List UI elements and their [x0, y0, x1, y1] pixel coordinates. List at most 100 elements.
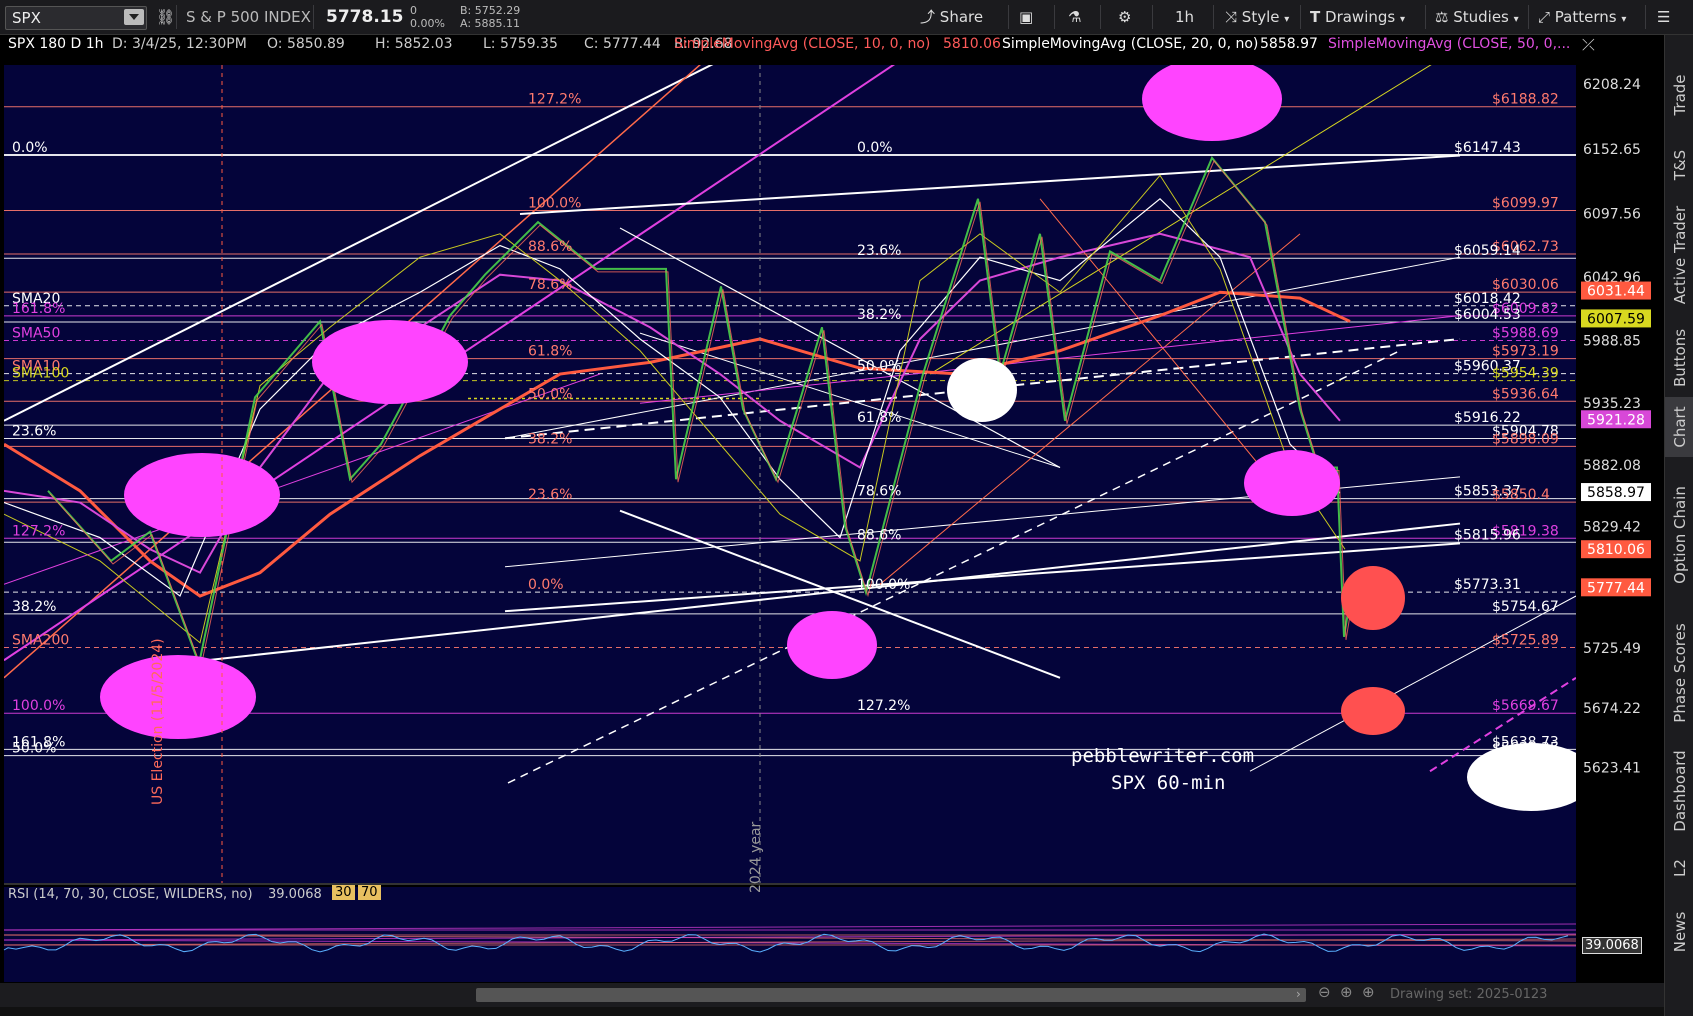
sma50-label: SimpleMovingAvg (CLOSE, 50, 0,...	[1328, 36, 1571, 52]
zoom-reset-icon[interactable]: ⊕	[1362, 983, 1375, 1001]
left-level-label: 23.6%	[12, 424, 56, 440]
divider	[1213, 5, 1214, 29]
divider	[1100, 5, 1101, 29]
snapshot-icon[interactable]: ▣	[1019, 0, 1033, 34]
y-tick-label: 5988.85	[1583, 333, 1641, 349]
fib-b-label: 127.2%	[857, 698, 910, 714]
right-level-label: $5954.39	[1492, 366, 1559, 382]
fib-a-label: 38.2%	[528, 431, 572, 447]
sidebar-tab-phase-scores[interactable]: Phase Scores	[1665, 608, 1693, 738]
right-level-label: $5725.89	[1492, 633, 1559, 649]
scroll-bar[interactable]: › ⊖ ⊕ ⊕ Drawing set: 2025-0123	[0, 983, 1664, 1007]
left-level-label: SMA100	[12, 366, 69, 382]
drawings-button[interactable]: T Drawings ▾	[1310, 0, 1405, 34]
flask-icon[interactable]: ⚗	[1068, 0, 1081, 34]
y-tick-label: 6152.65	[1583, 142, 1641, 158]
rsi-low-level: 30	[332, 885, 355, 900]
annotation-ellipse	[312, 320, 468, 404]
right-level-label: $5973.19	[1492, 344, 1559, 360]
sma20-label: SimpleMovingAvg (CLOSE, 20, 0, no)	[1002, 36, 1259, 52]
fib-a-label: 61.8%	[528, 344, 572, 360]
symbol-input[interactable]: SPX	[5, 6, 147, 30]
left-level-label: 161.8%	[12, 301, 65, 317]
price-chart[interactable]: 0.0%SMA20161.8%SMA50SMA10SMA10023.6%127.…	[0, 35, 1664, 983]
close-value: C: 5777.44	[584, 36, 661, 52]
menu-icon[interactable]: ☰	[1657, 0, 1670, 34]
zoom-in-icon[interactable]: ⊕	[1340, 983, 1353, 1001]
left-level-label: 38.2%	[12, 599, 56, 615]
zoom-out-icon[interactable]: ⊖	[1318, 983, 1331, 1001]
right-level-label: $5815.96	[1454, 527, 1521, 543]
scroll-thumb[interactable]	[476, 988, 1306, 1002]
timeframe-button[interactable]: 1h	[1175, 0, 1194, 34]
fib-b-label: 23.6%	[857, 243, 901, 259]
divider	[1054, 5, 1055, 29]
chevron-down-icon: ▾	[1621, 14, 1627, 25]
share-button[interactable]: ⤴ Share	[920, 0, 983, 34]
chart-datetime: D: 3/4/25, 12:30PM	[112, 36, 247, 52]
chevron-down-icon[interactable]	[124, 9, 144, 25]
divider	[1645, 5, 1646, 29]
link-icon[interactable]: ⛓	[156, 0, 175, 34]
sidebar-tab-chart[interactable]: Chart	[1665, 397, 1693, 457]
annotation-ellipse	[947, 358, 1017, 422]
watermark-subtitle: SPX 60-min	[1111, 772, 1226, 794]
sidebar-tab-label: L2	[1670, 859, 1689, 877]
sidebar-tab-news[interactable]: News	[1665, 897, 1693, 967]
right-level-label: $5898.09	[1492, 431, 1559, 447]
studies-button[interactable]: ⚖ Studies ▾	[1435, 0, 1519, 34]
sidebar-tab-active-trader[interactable]: Active Trader	[1665, 195, 1693, 315]
sidebar-tab-buttons[interactable]: Buttons	[1665, 323, 1693, 393]
fib-a-label: 0.0%	[528, 577, 564, 593]
rsi-value: 39.0068	[268, 887, 322, 902]
rsi-label: RSI (14, 70, 30, CLOSE, WILDERS, no)	[8, 887, 253, 902]
status-bar	[0, 1007, 1664, 1016]
divider	[1152, 5, 1153, 29]
y-tick-label: 5725.49	[1583, 641, 1641, 657]
chevron-down-icon: ▾	[1400, 14, 1406, 25]
y-tick-label: 6097.56	[1583, 206, 1641, 222]
annotation-ellipse	[124, 453, 280, 537]
right-sidebar: Trade T&S Active Trader Buttons Chart Option …	[1664, 35, 1693, 1016]
sidebar-tab-dashboard[interactable]: Dashboard	[1665, 741, 1693, 841]
style-button[interactable]: ⤨ Style ▾	[1225, 0, 1289, 34]
fib-b-label: 50.0%	[857, 359, 901, 375]
drawings-label: Drawings	[1325, 8, 1396, 26]
price-badge-text: 5858.97	[1587, 485, 1645, 501]
right-level-label: $5754.67	[1492, 599, 1559, 615]
fib-a-label: 100.0%	[528, 195, 581, 211]
left-level-label: SMA200	[12, 633, 69, 649]
fib-b-label: 61.8%	[857, 410, 901, 426]
sidebar-tab-option-chain[interactable]: Option Chain	[1665, 465, 1693, 605]
sidebar-tab-trade[interactable]: Trade	[1665, 55, 1693, 135]
annotation-ellipse	[1341, 687, 1405, 735]
left-level-label: SMA50	[12, 326, 60, 342]
fib-a-label: 78.6%	[528, 277, 572, 293]
sidebar-tab-l2[interactable]: L2	[1665, 843, 1693, 893]
symbol-text: SPX	[12, 9, 41, 27]
y-tick-label: 5623.41	[1583, 760, 1641, 776]
right-level-label: $6188.82	[1492, 92, 1559, 108]
sidebar-tab-t-s[interactable]: T&S	[1665, 135, 1693, 195]
style-label: Style	[1241, 8, 1280, 26]
last-price: 5778.15	[326, 7, 404, 27]
right-level-label: $6099.97	[1492, 195, 1559, 211]
sidebar-tab-label: Phase Scores	[1670, 623, 1689, 723]
chart-area[interactable]: 0.0% SMA20 161.8% SMA50 SMA10 SMA100 23.6% 127.…	[0, 35, 1664, 983]
low-value: L: 5759.35	[483, 36, 558, 52]
divider	[176, 5, 177, 29]
chart-symbol-period: SPX 180 D 1h	[8, 36, 104, 52]
right-level-label: $5850.4	[1492, 487, 1550, 503]
gear-icon[interactable]: ⚙	[1118, 0, 1131, 34]
net-change: 0	[410, 4, 417, 17]
right-level-label: $5936.64	[1492, 386, 1559, 402]
fib-a-label: 88.6%	[528, 239, 572, 255]
sidebar-tab-label: T&S	[1670, 149, 1689, 181]
sidebar-tab-label: Buttons	[1670, 328, 1689, 388]
collapse-icon[interactable]: ⤫	[1582, 35, 1595, 55]
patterns-button[interactable]: ⤢ Patterns ▾	[1538, 0, 1626, 34]
style-icon: ⤨	[1225, 8, 1238, 26]
left-level-label: 0.0%	[12, 140, 48, 156]
price-badge-text: 6031.44	[1587, 284, 1645, 300]
scroll-right-icon[interactable]: ›	[1296, 987, 1301, 1001]
